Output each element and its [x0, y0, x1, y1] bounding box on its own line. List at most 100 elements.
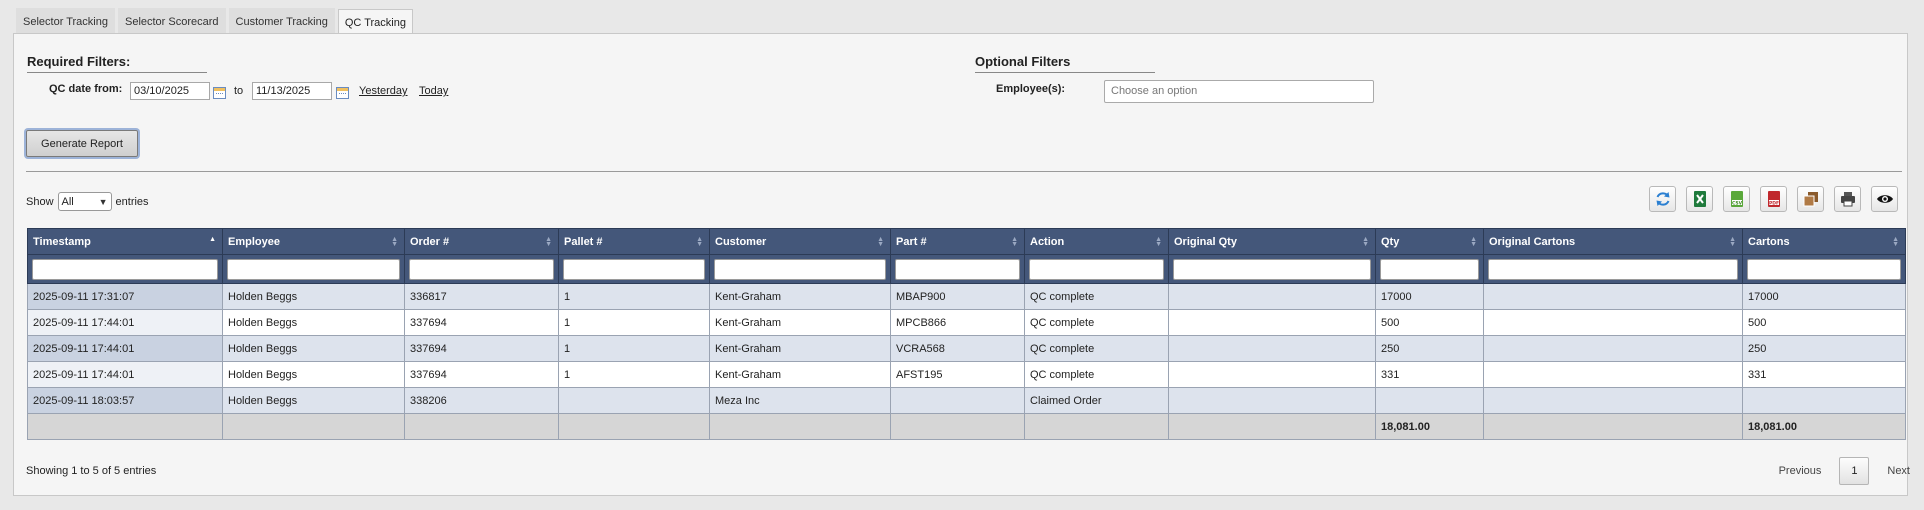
tab-qc-tracking[interactable]: QC Tracking	[337, 9, 413, 35]
filter-timestamp-input[interactable]	[32, 258, 218, 280]
cell-order: 338206	[404, 387, 559, 414]
filter-part-input[interactable]	[895, 258, 1020, 280]
column-visibility-button[interactable]	[1871, 186, 1898, 212]
cell-employee: Holden Beggs	[222, 309, 405, 336]
cell-employee: Holden Beggs	[222, 283, 405, 310]
column-header-part[interactable]: Part # ▲ ▼	[890, 228, 1025, 255]
cell-employee: Holden Beggs	[222, 387, 405, 414]
date-to-label: to	[234, 85, 244, 97]
employee-label: Employee(s):	[996, 83, 1066, 95]
column-header-action[interactable]: Action ▲ ▼	[1024, 228, 1169, 255]
filter-action-input[interactable]	[1029, 258, 1164, 280]
previous-button[interactable]: Previous	[1779, 465, 1822, 477]
column-header-original-cartons[interactable]: Original Cartons ▲ ▼	[1483, 228, 1743, 255]
filter-customer-input[interactable]	[714, 258, 886, 280]
export-csv-button[interactable]: CSV	[1723, 186, 1750, 212]
cell-order: 336817	[404, 283, 559, 310]
total-employee	[222, 413, 405, 440]
filter-employee-input[interactable]	[227, 258, 400, 280]
cell-original-qty	[1168, 387, 1376, 414]
export-pdf-button[interactable]: PDF	[1760, 186, 1787, 212]
export-excel-button[interactable]	[1686, 186, 1713, 212]
column-header-customer[interactable]: Customer ▲ ▼	[709, 228, 891, 255]
table-row[interactable]: 2025-09-11 17:44:01 Holden Beggs 337694 …	[27, 309, 1906, 336]
cell-pallet: 1	[558, 335, 710, 362]
entries-select[interactable]: All ▼	[57, 192, 112, 211]
cell-customer: Meza Inc	[709, 387, 891, 414]
column-header-employee[interactable]: Employee ▲ ▼	[222, 228, 405, 255]
cell-part: MPCB866	[890, 309, 1025, 336]
sort-asc-icon: ▲	[209, 236, 216, 243]
svg-text:PDF: PDF	[1768, 200, 1778, 206]
cell-original-cartons	[1483, 335, 1743, 362]
pdf-icon: PDF	[1767, 191, 1780, 207]
filter-qty-input[interactable]	[1380, 258, 1479, 280]
date-from-input[interactable]	[130, 82, 210, 100]
cell-cartons	[1742, 387, 1906, 414]
print-button[interactable]	[1834, 186, 1861, 212]
table-row[interactable]: 2025-09-11 17:44:01 Holden Beggs 337694 …	[27, 335, 1906, 362]
cell-order: 337694	[404, 335, 559, 362]
cell-timestamp: 2025-09-11 17:44:01	[27, 335, 223, 362]
tab-customer-tracking[interactable]: Customer Tracking	[228, 8, 335, 34]
show-label: Show	[26, 195, 54, 208]
cell-original-qty	[1168, 309, 1376, 336]
optional-filters-title: Optional Filters	[975, 54, 1156, 73]
column-header-original-qty[interactable]: Original Qty ▲ ▼	[1168, 228, 1376, 255]
refresh-button[interactable]	[1649, 186, 1676, 212]
column-header-order[interactable]: Order # ▲ ▼	[404, 228, 559, 255]
cell-order: 337694	[404, 361, 559, 388]
date-to-input[interactable]	[252, 82, 332, 100]
cell-cartons: 17000	[1742, 283, 1906, 310]
total-cartons: 18,081.00	[1742, 413, 1906, 440]
cell-timestamp: 2025-09-11 17:44:01	[27, 309, 223, 336]
table-row[interactable]: 2025-09-11 17:44:01 Holden Beggs 337694 …	[27, 361, 1906, 388]
filter-pallet-input[interactable]	[563, 258, 705, 280]
cell-customer: Kent-Graham	[709, 283, 891, 310]
cell-original-cartons	[1483, 309, 1743, 336]
tab-selector-tracking[interactable]: Selector Tracking	[16, 8, 115, 34]
copy-button[interactable]	[1797, 186, 1824, 212]
cell-pallet	[558, 387, 710, 414]
excel-icon	[1693, 191, 1706, 207]
total-customer	[709, 413, 891, 440]
filter-original-qty-input[interactable]	[1173, 258, 1371, 280]
table-row[interactable]: 2025-09-11 17:31:07 Holden Beggs 336817 …	[27, 283, 1906, 310]
calendar-from-icon[interactable]	[213, 87, 226, 99]
cell-employee: Holden Beggs	[222, 335, 405, 362]
refresh-icon	[1656, 192, 1669, 206]
sort-icon: ▲ ▼	[1362, 236, 1369, 248]
cell-original-cartons	[1483, 283, 1743, 310]
page-1-button[interactable]: 1	[1839, 457, 1870, 485]
table-info: Showing 1 to 5 of 5 entries	[26, 465, 157, 477]
yesterday-link[interactable]: Yesterday	[359, 85, 408, 97]
filter-original-cartons-input[interactable]	[1488, 258, 1738, 280]
cell-timestamp: 2025-09-11 17:31:07	[27, 283, 223, 310]
required-filters-title: Required Filters:	[27, 54, 208, 73]
cell-original-qty	[1168, 283, 1376, 310]
total-order	[404, 413, 559, 440]
table-row[interactable]: 2025-09-11 18:03:57 Holden Beggs 338206 …	[27, 387, 1906, 414]
today-link[interactable]: Today	[419, 85, 448, 97]
calendar-to-icon[interactable]	[336, 87, 349, 99]
column-header-timestamp[interactable]: Timestamp ▲	[27, 228, 223, 255]
column-header-qty[interactable]: Qty ▲ ▼	[1375, 228, 1484, 255]
cell-order: 337694	[404, 309, 559, 336]
sort-icon: ▲ ▼	[696, 236, 703, 248]
cell-qty: 250	[1375, 335, 1484, 362]
column-header-cartons[interactable]: Cartons ▲ ▼	[1742, 228, 1906, 255]
column-header-pallet[interactable]: Pallet # ▲ ▼	[558, 228, 710, 255]
sort-icon: ▲ ▼	[545, 236, 552, 248]
tab-selector-scorecard[interactable]: Selector Scorecard	[117, 8, 226, 34]
next-button[interactable]: Next	[1887, 465, 1910, 477]
filter-cartons-input[interactable]	[1747, 258, 1901, 280]
cell-cartons: 500	[1742, 309, 1906, 336]
filter-order-input[interactable]	[409, 258, 554, 280]
generate-report-button[interactable]: Generate Report	[26, 130, 138, 157]
total-pallet	[558, 413, 710, 440]
cell-action: QC complete	[1024, 335, 1169, 362]
employee-select[interactable]: Choose an option	[1104, 80, 1374, 103]
cell-action: QC complete	[1024, 309, 1169, 336]
cell-original-qty	[1168, 361, 1376, 388]
sort-icon: ▲ ▼	[1470, 236, 1477, 248]
